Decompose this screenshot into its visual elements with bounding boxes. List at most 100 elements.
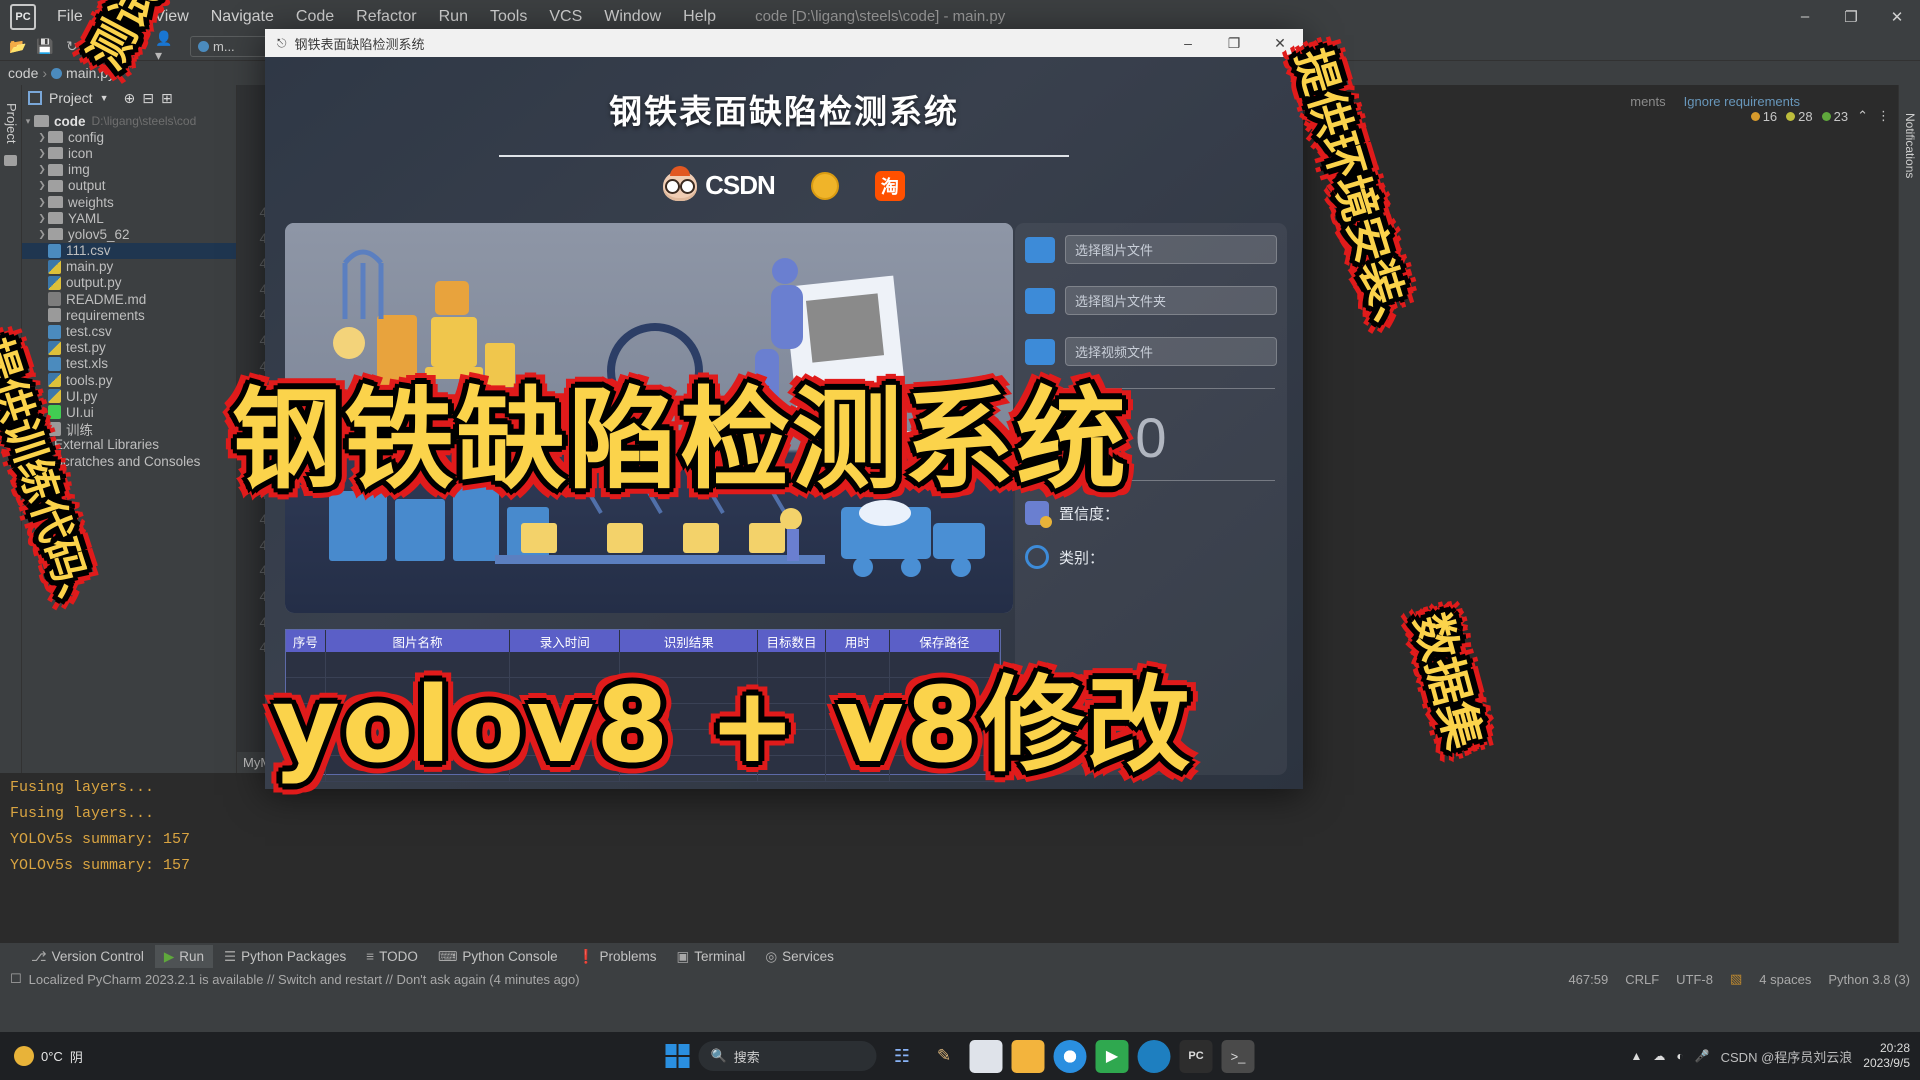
tree-item-requirements[interactable]: requirements	[22, 307, 236, 323]
overlay-subtitle: yolov8 + v8修改	[272, 664, 1193, 786]
breadcrumb-code[interactable]: code	[8, 65, 38, 81]
pen-icon[interactable]: ✎	[928, 1040, 961, 1073]
more-icon[interactable]: ⋮	[1877, 108, 1890, 124]
locate-icon[interactable]: ⊕	[124, 90, 136, 107]
chevron-up-icon[interactable]: ▲	[1631, 1049, 1643, 1063]
project-strip-label[interactable]: Project	[4, 103, 19, 143]
csdn-logo: CSDN	[663, 165, 776, 201]
app-maximize-icon[interactable]: ❐	[1211, 29, 1257, 57]
menu-tools[interactable]: Tools	[479, 4, 538, 30]
toolwindow-todo[interactable]: ≡ TODO	[357, 945, 427, 968]
notifications-strip-label[interactable]: Notifications	[1903, 113, 1917, 178]
chevron-right-icon[interactable]: ❯	[36, 197, 48, 208]
edge-icon[interactable]	[1137, 1039, 1171, 1073]
line-separator[interactable]: CRLF	[1625, 972, 1659, 987]
toolwindow-problems[interactable]: ❗ Problems	[569, 945, 666, 969]
branch-icon[interactable]: ▧	[1730, 971, 1742, 987]
expand-all-icon[interactable]: ⊟	[142, 90, 154, 107]
chevron-right-icon[interactable]: ❯	[36, 229, 48, 240]
tree-item-ui-py[interactable]: UI.py	[22, 388, 236, 404]
collapse-all-icon[interactable]: ⊞	[161, 90, 173, 107]
start-button[interactable]	[665, 1044, 690, 1068]
app-minimize-icon[interactable]: –	[1165, 29, 1211, 57]
terminal-icon[interactable]: >_	[1221, 1039, 1255, 1073]
tree-item-main-py[interactable]: main.py	[22, 259, 236, 275]
weather-widget[interactable]: 0°C 阴	[14, 1046, 83, 1066]
structure-strip-icon[interactable]	[4, 155, 17, 167]
python-interpreter[interactable]: Python 3.8 (3)	[1828, 972, 1910, 987]
file-encoding[interactable]: UTF-8	[1676, 972, 1713, 987]
chevron-right-icon[interactable]: ❯	[36, 180, 48, 191]
taskbar-search[interactable]: 🔍 搜索	[698, 1041, 877, 1071]
menu-code[interactable]: Code	[285, 4, 345, 30]
media-player-icon[interactable]: ▶	[1095, 1039, 1129, 1073]
chevron-down-icon[interactable]: ▾	[22, 116, 34, 127]
widgets-icon[interactable]: ☷	[886, 1040, 919, 1073]
toolwindow-terminal[interactable]: ▣ Terminal	[668, 945, 755, 969]
save-icon[interactable]: 💾	[33, 36, 57, 58]
tree-item-test-py[interactable]: test.py	[22, 340, 236, 356]
tree-item-111-csv[interactable]: 111.csv	[22, 242, 236, 259]
network-icon[interactable]: ◐	[1676, 1049, 1683, 1063]
toolwindow-python-packages[interactable]: ☰ Python Packages	[215, 945, 355, 969]
notification-icon[interactable]: ☐	[10, 971, 22, 987]
folder-icon[interactable]	[1025, 287, 1055, 314]
search-icon: 🔍	[710, 1048, 727, 1063]
close-icon[interactable]: ✕	[1874, 0, 1920, 33]
minimize-icon[interactable]: –	[1782, 0, 1828, 33]
chevron-right-icon[interactable]: ❯	[36, 132, 48, 143]
menu-run[interactable]: Run	[428, 4, 479, 30]
tree-item-yaml[interactable]: ❯ YAML	[22, 210, 236, 226]
tree-item-output[interactable]: ❯ output	[22, 178, 236, 194]
menu-refactor[interactable]: Refactor	[345, 4, 427, 30]
menu-window[interactable]: Window	[593, 4, 672, 30]
tree-item-readme-md[interactable]: README.md	[22, 291, 236, 307]
toolwindow-version-control[interactable]: ⎇ Version Control	[22, 945, 153, 969]
maximize-icon[interactable]: ❐	[1828, 0, 1874, 33]
tree-item-test-csv[interactable]: test.csv	[22, 323, 236, 339]
tree-item-yolov5-62[interactable]: ❯ yolov5_62	[22, 226, 236, 242]
tree-root[interactable]: ▾ code D:\ligang\steels\cod	[22, 113, 236, 129]
menu-help[interactable]: Help	[672, 4, 727, 30]
image-file-input[interactable]: 选择图片文件	[1065, 235, 1277, 264]
chevron-right-icon[interactable]: ❯	[36, 148, 48, 159]
hint-ignore-requirements[interactable]: Ignore requirements	[1684, 94, 1800, 109]
tree-item-label: UI.py	[66, 388, 98, 404]
tree-item-config[interactable]: ❯ config	[22, 129, 236, 145]
vcs-update-icon[interactable]: 👤▾	[155, 30, 179, 63]
status-message[interactable]: Localized PyCharm 2023.2.1 is available …	[29, 972, 580, 987]
chevron-down-icon[interactable]: ▼	[100, 93, 109, 103]
toolwindow-python-console[interactable]: ⌨ Python Console	[429, 945, 567, 969]
app-close-icon[interactable]: ✕	[1257, 29, 1303, 57]
inspection-widget[interactable]: 16 28 23 ⌃ ⋮	[1750, 108, 1890, 124]
open-folder-icon[interactable]: 📂	[6, 36, 30, 58]
tree-item-label: img	[68, 162, 90, 178]
taskbar-clock[interactable]: 20:28 2023/9/5	[1863, 1041, 1910, 1071]
microphone-icon[interactable]: 🎤	[1695, 1049, 1710, 1063]
file-explorer-icon[interactable]	[1011, 1039, 1045, 1073]
folder-input[interactable]: 选择图片文件夹	[1065, 286, 1277, 315]
toolwindow-services[interactable]: ◎ Services	[756, 945, 843, 969]
py-file-icon	[48, 373, 61, 388]
tree-item-weights[interactable]: ❯ weights	[22, 194, 236, 210]
caret-position[interactable]: 467:59	[1568, 972, 1608, 987]
chevron-up-icon[interactable]: ⌃	[1857, 108, 1868, 124]
tree-item-img[interactable]: ❯ img	[22, 162, 236, 178]
pycharm-icon[interactable]: PC	[1179, 1039, 1213, 1073]
tree-item-tools-py[interactable]: tools.py	[22, 372, 236, 388]
menu-navigate[interactable]: Navigate	[200, 4, 285, 30]
tree-item-test-xls[interactable]: test.xls	[22, 356, 236, 372]
tree-item-ui-ui[interactable]: UI.ui	[22, 404, 236, 420]
menu-vcs[interactable]: VCS	[538, 4, 593, 30]
cloud-sync-icon[interactable]: ☁	[1653, 1049, 1665, 1063]
tree-item-icon[interactable]: ❯ icon	[22, 145, 236, 161]
tree-item-output-py[interactable]: output.py	[22, 275, 236, 291]
tree-item-label: config	[68, 129, 105, 145]
chevron-right-icon[interactable]: ❯	[36, 164, 48, 175]
indent-setting[interactable]: 4 spaces	[1759, 972, 1811, 987]
chrome-icon[interactable]	[1053, 1039, 1087, 1073]
notepad-icon[interactable]	[969, 1039, 1003, 1073]
chevron-right-icon[interactable]: ❯	[36, 213, 48, 224]
toolwindow-run[interactable]: ▶ Run	[154, 944, 214, 969]
image-file-icon[interactable]	[1025, 236, 1055, 263]
